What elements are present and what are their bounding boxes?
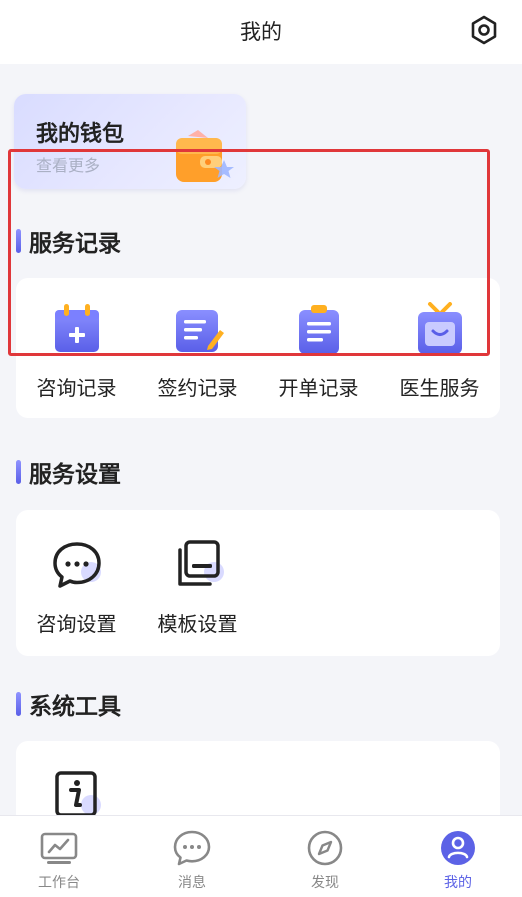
section-service-records-header: 服务记录 xyxy=(16,226,121,257)
wallet-icon xyxy=(176,130,234,182)
settings-icon[interactable] xyxy=(468,14,500,46)
service-settings-card: 咨询设置 模板设置 xyxy=(16,510,500,656)
wallet-title: 我的钱包 xyxy=(36,122,125,147)
tab-workbench[interactable]: 工作台 xyxy=(0,816,124,897)
section-accent-bar xyxy=(16,460,21,484)
grid-item-template-settings[interactable]: 模板设置 xyxy=(137,538,258,637)
grid-item-doctor-service[interactable]: 医生服务 xyxy=(379,302,500,401)
tab-label: 工作台 xyxy=(38,875,80,891)
page-title: 我的 xyxy=(240,20,282,44)
grid-item-order-records[interactable]: 开单记录 xyxy=(258,302,379,401)
section-accent-bar xyxy=(16,692,21,716)
clipboard-list-icon xyxy=(298,305,339,354)
wallet-card[interactable]: 我的钱包 查看更多 xyxy=(14,94,246,189)
template-settings-icon xyxy=(177,540,224,586)
grid-item-consult-records[interactable]: 咨询记录 xyxy=(16,302,137,401)
grid-item-label: 模板设置 xyxy=(157,612,238,636)
tab-profile[interactable]: 我的 xyxy=(393,816,522,897)
grid-item-label: 医生服务 xyxy=(399,376,480,400)
grid-item-sign-records[interactable]: 签约记录 xyxy=(137,302,258,401)
section-system-tools-header: 系统工具 xyxy=(16,689,121,720)
section-accent-bar xyxy=(16,229,21,253)
message-icon xyxy=(173,830,211,866)
system-tools-card xyxy=(16,741,500,815)
section-title: 服务记录 xyxy=(29,231,121,257)
grid-item-consult-settings[interactable]: 咨询设置 xyxy=(16,538,137,637)
tab-messages[interactable]: 消息 xyxy=(127,816,257,897)
grid-item-info[interactable] xyxy=(16,769,137,815)
tab-label: 消息 xyxy=(178,875,206,891)
tab-discover[interactable]: 发现 xyxy=(260,816,390,897)
section-title: 系统工具 xyxy=(29,694,121,720)
wallet-subtitle: 查看更多 xyxy=(36,156,101,175)
sign-document-icon xyxy=(175,310,224,352)
service-records-card: 咨询记录 签约记录 开单记录 医生服务 xyxy=(16,278,500,418)
content-scroll-area[interactable]: 我的钱包 查看更多 服务记录 咨询记录 签约记录 开单记录 医生服务 服务设置 … xyxy=(0,64,522,815)
tab-label: 发现 xyxy=(311,875,339,891)
grid-item-label: 签约记录 xyxy=(157,376,238,400)
profile-icon xyxy=(441,831,475,865)
calendar-plus-icon xyxy=(54,304,99,352)
tab-label: 我的 xyxy=(444,875,472,891)
info-icon xyxy=(54,771,101,815)
chat-settings-icon xyxy=(52,542,101,588)
section-service-settings-header: 服务设置 xyxy=(16,457,121,488)
top-bar: 我的 xyxy=(0,0,522,64)
doctor-service-icon xyxy=(417,302,462,354)
bottom-tab-bar: 工作台 消息 发现 我的 xyxy=(0,815,522,897)
grid-item-label: 咨询设置 xyxy=(36,612,117,636)
section-title: 服务设置 xyxy=(29,462,121,488)
workbench-icon xyxy=(40,832,78,864)
grid-item-label: 咨询记录 xyxy=(36,376,117,400)
grid-item-label: 开单记录 xyxy=(278,376,359,400)
compass-icon xyxy=(307,830,343,866)
